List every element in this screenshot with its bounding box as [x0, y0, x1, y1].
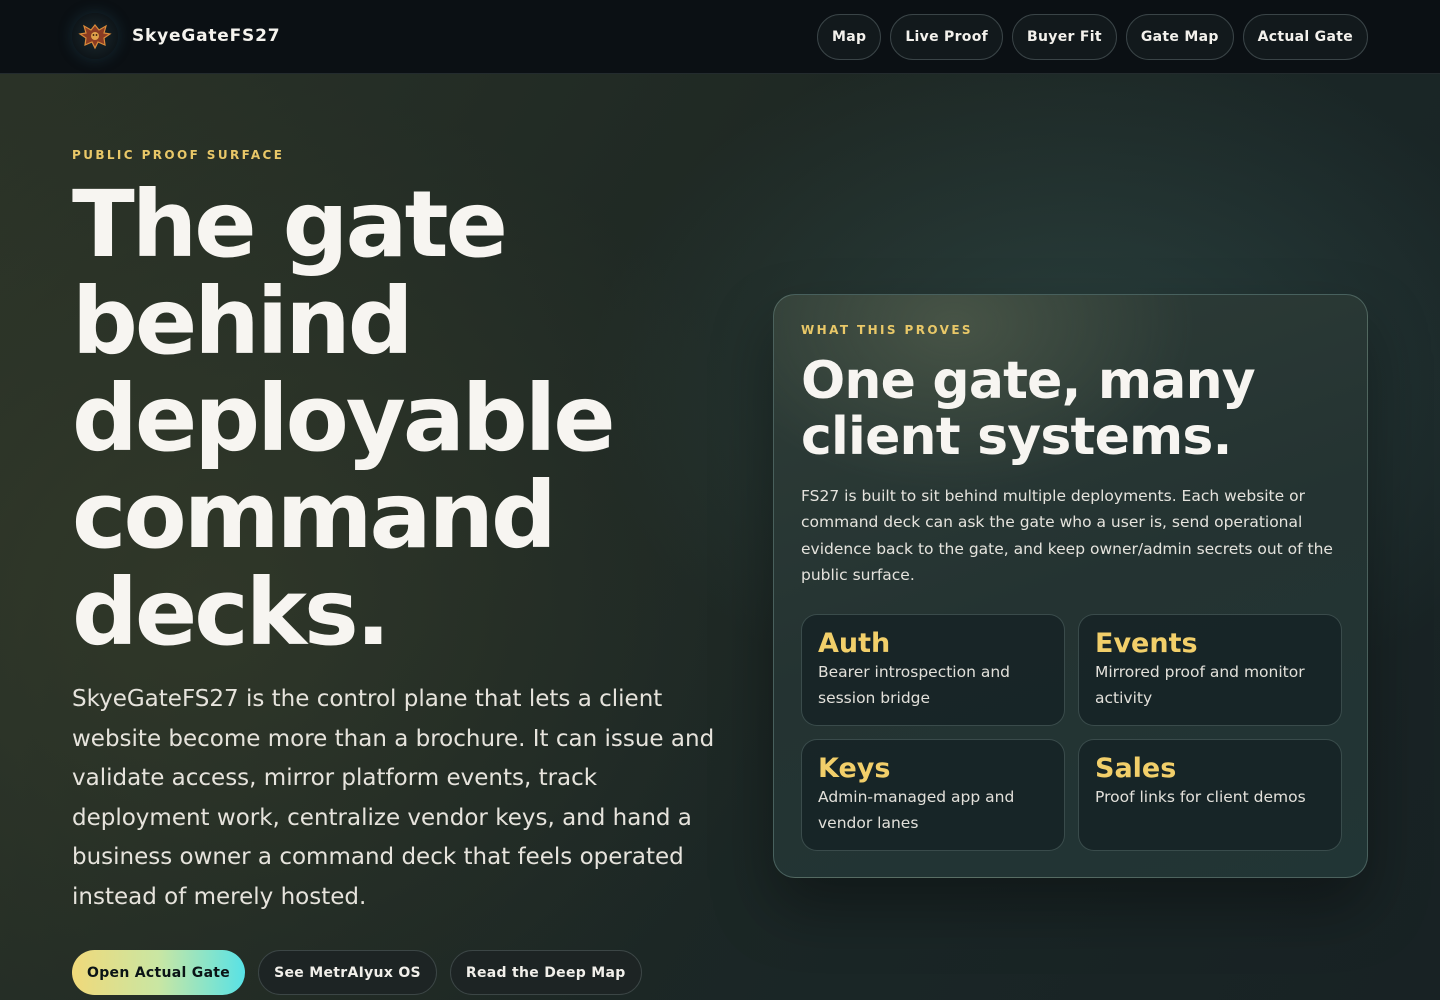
card-title: One gate, many client systems.: [801, 353, 1341, 465]
tile-description: Proof links for client demos: [1095, 788, 1306, 806]
tile-title: Keys: [818, 753, 891, 784]
main-nav: Map Live Proof Buyer Fit Gate Map Actual…: [817, 14, 1368, 60]
tile-title: Events: [1095, 628, 1198, 659]
tile-title: Sales: [1095, 753, 1177, 784]
tile-description: Admin-managed app and vendor lanes: [818, 788, 1015, 833]
card-title-line: One gate, many: [801, 351, 1256, 411]
proof-card: WHAT THIS PROVES One gate, many client s…: [773, 294, 1368, 878]
tile-description: Bearer introspection and session bridge: [818, 663, 1011, 708]
tile-events: Events Mirrored proof and monitor activi…: [1078, 614, 1342, 726]
hero-headline-line: deployable: [72, 365, 616, 472]
page: SkyeGateFS27 Map Live Proof Buyer Fit Ga…: [0, 0, 1440, 1000]
nav-gate-map[interactable]: Gate Map: [1125, 14, 1234, 60]
nav-buyer-fit[interactable]: Buyer Fit: [1012, 14, 1117, 60]
hero-headline-line: behind: [72, 268, 414, 375]
tile-description: Mirrored proof and monitor activity: [1095, 663, 1305, 708]
card-title-line: client systems.: [801, 407, 1232, 467]
card-eyebrow: WHAT THIS PROVES: [801, 323, 973, 337]
hero-headline-line: decks.: [72, 559, 391, 666]
tile-keys: Keys Admin-managed app and vendor lanes: [801, 739, 1065, 851]
brand[interactable]: SkyeGateFS27: [72, 12, 280, 60]
hero-lede: SkyeGateFS27 is the control plane that l…: [72, 686, 715, 910]
brand-name: SkyeGateFS27: [132, 26, 281, 46]
tile-sales: Sales Proof links for client demos: [1078, 739, 1342, 851]
dragon-crest-icon: [72, 13, 118, 59]
card-body: FS27 is built to sit behind multiple dep…: [801, 487, 1333, 585]
open-actual-gate-button[interactable]: Open Actual Gate: [72, 950, 246, 995]
hero-headline-line: command: [72, 462, 557, 569]
nav-map[interactable]: Map: [817, 14, 882, 60]
read-deep-map-button[interactable]: Read the Deep Map: [449, 950, 642, 995]
tile-title: Auth: [818, 628, 891, 659]
hero-headline-line: The gate: [72, 171, 508, 278]
nav-live-proof[interactable]: Live Proof: [890, 14, 1004, 60]
nav-actual-gate[interactable]: Actual Gate: [1242, 14, 1368, 60]
hero-eyebrow: PUBLIC PROOF SURFACE: [72, 148, 285, 162]
top-navigation-bar: SkyeGateFS27 Map Live Proof Buyer Fit Ga…: [0, 0, 1440, 74]
see-metraiyux-os-button[interactable]: See MetrAIyux OS: [258, 950, 437, 995]
cta-row: Open Actual Gate See MetrAIyux OS Read t…: [72, 950, 642, 995]
dragon-crest-icon-graphic: [78, 24, 112, 50]
hero-headline: The gate behind deployable command decks…: [72, 176, 732, 661]
tile-auth: Auth Bearer introspection and session br…: [801, 614, 1065, 726]
